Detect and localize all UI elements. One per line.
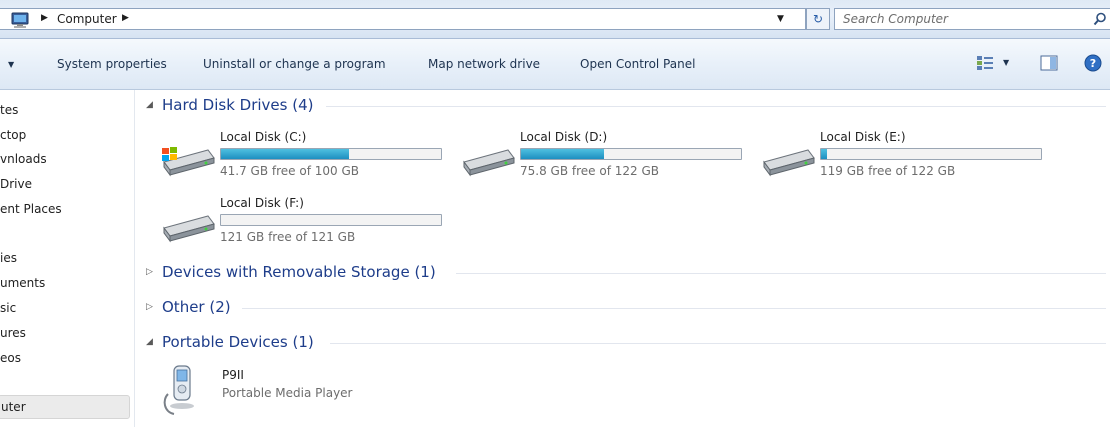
breadcrumb[interactable]: ▶ Computer ▶ ▼	[0, 8, 806, 30]
drive-free-space: 75.8 GB free of 122 GB	[520, 164, 659, 178]
group-divider	[456, 273, 1106, 274]
drive-usage-fill	[221, 149, 350, 159]
drive-free-space: 41.7 GB free of 100 GB	[220, 164, 359, 178]
group-divider	[330, 343, 1106, 344]
nav-item-downloads[interactable]: vnloads	[0, 152, 47, 166]
address-bar: ▶ Computer ▶ ▼ ↻	[0, 0, 1110, 39]
nav-item-favorites[interactable]: tes	[0, 103, 18, 117]
nav-item-computer-selected[interactable]: uter	[0, 395, 130, 419]
group-removable-storage[interactable]: ▷ Devices with Removable Storage (1)	[146, 263, 1106, 283]
nav-item-videos[interactable]: eos	[0, 351, 21, 365]
chevron-down-icon[interactable]: ▼	[777, 14, 784, 24]
breadcrumb-item-computer[interactable]: Computer	[57, 12, 117, 26]
drive-item[interactable]: Local Disk (D:) 75.8 GB free of 122 GB	[460, 130, 760, 190]
device-name: P9II	[222, 368, 244, 382]
refresh-icon: ↻	[812, 12, 824, 26]
command-bar: ▼ System properties Uninstall or change …	[0, 39, 1110, 90]
system-properties-button[interactable]: System properties	[57, 57, 167, 71]
preview-pane-icon[interactable]	[1040, 55, 1058, 74]
drive-usage-bar	[220, 214, 442, 226]
nav-item-drive[interactable]: Drive	[0, 177, 32, 191]
nav-item-music[interactable]: sic	[0, 301, 16, 315]
group-portable-devices[interactable]: ◢ Portable Devices (1)	[146, 333, 1106, 353]
group-label: Portable Devices (1)	[162, 333, 314, 351]
hard-drive-icon	[460, 144, 516, 181]
group-label: Devices with Removable Storage (1)	[162, 263, 436, 281]
group-hard-disk-drives[interactable]: ◢ Hard Disk Drives (4)	[146, 96, 1106, 116]
open-control-panel-button[interactable]: Open Control Panel	[580, 57, 695, 71]
drive-usage-bar	[220, 148, 442, 160]
drive-usage-fill	[821, 149, 827, 159]
change-view-icon[interactable]	[976, 55, 994, 74]
drive-usage-fill	[521, 149, 605, 159]
nav-item-pictures[interactable]: ures	[0, 326, 26, 340]
expand-triangle-icon[interactable]: ▷	[146, 267, 153, 277]
search-icon[interactable]	[1093, 12, 1107, 29]
search-input[interactable]	[843, 11, 1073, 27]
hard-drive-icon	[760, 144, 816, 181]
drive-name: Local Disk (D:)	[520, 130, 608, 144]
nav-item-libraries[interactable]: ies	[0, 251, 17, 265]
map-network-drive-button[interactable]: Map network drive	[428, 57, 540, 71]
nav-item-computer-label: uter	[1, 400, 26, 414]
group-other[interactable]: ▷ Other (2)	[146, 298, 1106, 318]
help-icon[interactable]: ?	[1084, 54, 1102, 75]
breadcrumb-separator-icon[interactable]: ▶	[122, 13, 129, 23]
group-divider	[242, 308, 1106, 309]
navigation-pane: tes ctop vnloads Drive ent Places ies um…	[0, 90, 135, 427]
drive-free-space: 119 GB free of 122 GB	[820, 164, 956, 178]
expand-triangle-icon[interactable]: ▷	[146, 302, 153, 312]
refresh-button[interactable]: ↻	[806, 8, 830, 30]
collapse-triangle-icon[interactable]: ◢	[146, 100, 153, 110]
drive-name: Local Disk (E:)	[820, 130, 906, 144]
drive-name: Local Disk (C:)	[220, 130, 307, 144]
drive-name: Local Disk (F:)	[220, 196, 304, 210]
collapse-triangle-icon[interactable]: ◢	[146, 337, 153, 347]
nav-item-recent-places[interactable]: ent Places	[0, 202, 62, 216]
group-label: Other (2)	[162, 298, 231, 316]
drive-item[interactable]: Local Disk (E:) 119 GB free of 122 GB	[760, 130, 1060, 190]
organize-dropdown-icon[interactable]: ▼	[8, 60, 14, 69]
uninstall-program-button[interactable]: Uninstall or change a program	[203, 57, 386, 71]
group-label: Hard Disk Drives (4)	[162, 96, 314, 114]
drive-free-space: 121 GB free of 121 GB	[220, 230, 356, 244]
breadcrumb-separator-icon[interactable]: ▶	[41, 13, 48, 23]
drive-item[interactable]: Local Disk (F:) 121 GB free of 121 GB	[160, 196, 460, 256]
nav-item-desktop[interactable]: ctop	[0, 128, 26, 142]
drive-item[interactable]: Local Disk (C:) 41.7 GB free of 100 GB	[160, 130, 460, 190]
svg-text:?: ?	[1090, 57, 1096, 70]
media-player-icon	[160, 364, 204, 421]
search-box[interactable]	[834, 8, 1110, 30]
drive-usage-bar	[820, 148, 1042, 160]
drive-usage-bar	[520, 148, 742, 160]
nav-item-documents[interactable]: uments	[0, 276, 45, 290]
group-divider	[326, 106, 1106, 107]
computer-icon[interactable]	[9, 12, 31, 31]
device-type: Portable Media Player	[222, 386, 353, 400]
hard-drive-icon	[160, 210, 216, 247]
views-dropdown-icon[interactable]: ▼	[1003, 58, 1009, 67]
portable-device-item[interactable]: P9II Portable Media Player	[160, 364, 460, 420]
system-drive-icon	[160, 144, 216, 181]
